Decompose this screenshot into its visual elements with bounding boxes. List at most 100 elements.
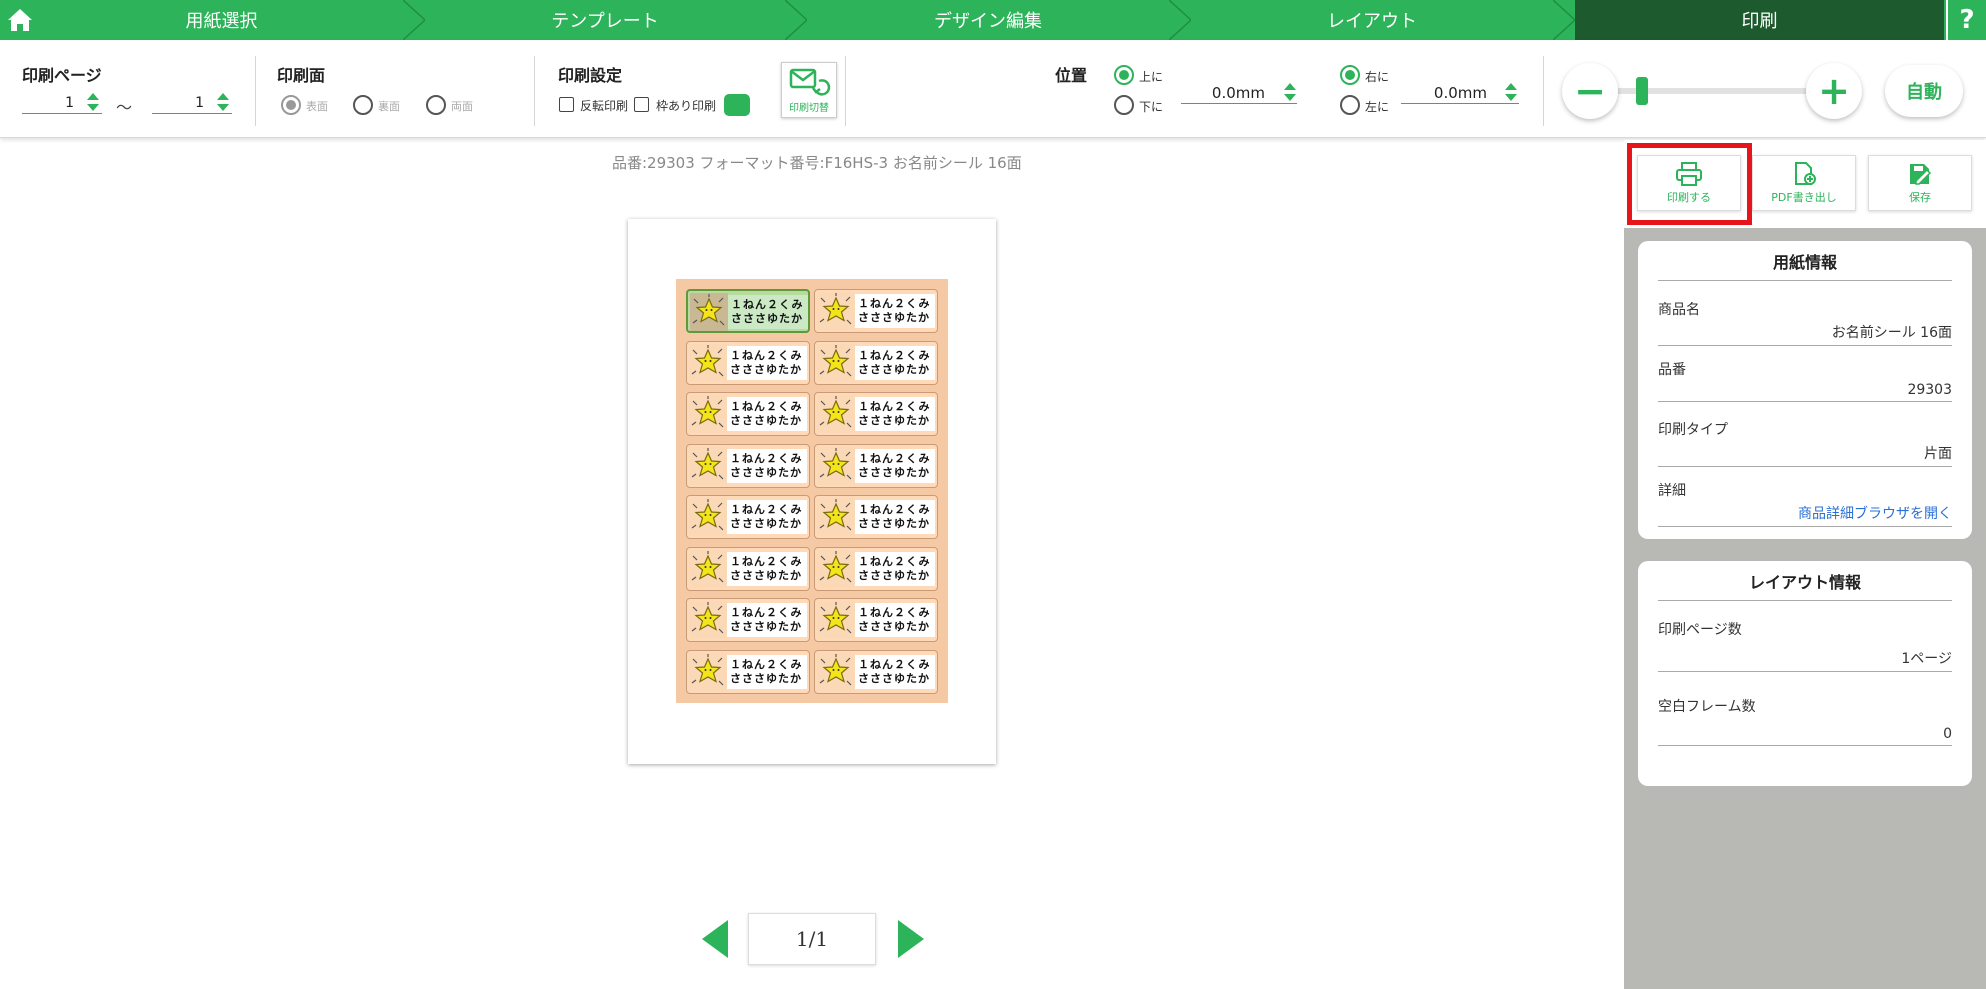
label-frame[interactable]: １ねん２くみ さささゆたか [686, 443, 810, 488]
step-layout[interactable]: レイアウト [1191, 0, 1575, 40]
divider [534, 56, 535, 126]
print-pages-count-value: 1ページ [1658, 648, 1952, 672]
print-toolbar: 印刷ページ 1 ～ 1 印刷面 表面 裏面 両面 印刷設定 反転印刷 枠あり印刷… [0, 40, 1986, 138]
label-frame[interactable]: １ねん２くみ さささゆたか [686, 289, 810, 333]
star-character-icon [817, 395, 855, 433]
horizontal-offset-input[interactable]: 0.0mm [1401, 82, 1519, 104]
label-sheet: １ねん２くみ さささゆたか １ねん２くみ さささゆたか １ねん２くみ さささゆたか １ねん２… [676, 279, 948, 703]
divider [255, 56, 256, 126]
vertical-offset-input[interactable]: 0.0mm [1181, 82, 1297, 104]
star-character-icon [689, 549, 727, 588]
page-from-spinner[interactable] [87, 92, 99, 114]
star-character-icon [817, 601, 855, 639]
label-frame[interactable]: １ねん２くみ さささゆたか [814, 392, 938, 436]
zoom-slider-thumb[interactable] [1636, 77, 1648, 105]
home-button[interactable] [0, 0, 40, 40]
side-back-label: 裏面 [378, 100, 400, 113]
label-line1: １ねん２くみ [730, 451, 803, 465]
position-up-radio[interactable] [1114, 65, 1134, 85]
zoom-slider-track[interactable] [1590, 88, 1830, 94]
step-arrow [785, 0, 807, 40]
label-text: １ねん２くみ さささゆたか [727, 500, 807, 534]
step-print[interactable]: 印刷 [1575, 0, 1944, 40]
label-text: １ねん２くみ さささゆたか [855, 345, 935, 380]
pdf-export-button[interactable]: PDF書き出し [1752, 155, 1856, 211]
label-frame[interactable]: １ねん２くみ さささゆたか [814, 649, 938, 694]
previous-page-button[interactable] [702, 920, 728, 958]
label-line1: １ねん２くみ [730, 606, 803, 619]
frame-color-toggle[interactable] [724, 94, 750, 116]
label-line1: １ねん２くみ [858, 606, 931, 619]
print-switch-button[interactable]: 印刷切替 [781, 62, 837, 118]
product-name-label: 商品名 [1658, 302, 1700, 318]
star-character-icon [817, 549, 855, 588]
star-character-icon [690, 293, 728, 331]
divider [845, 56, 846, 126]
label-frame[interactable]: １ねん２くみ さささゆたか [686, 649, 810, 694]
position-down-label: 下に [1139, 100, 1164, 114]
position-left-radio[interactable] [1340, 95, 1360, 115]
label-line2: さささゆたか [730, 362, 802, 376]
label-frame[interactable]: １ねん２くみ さささゆたか [814, 443, 938, 488]
label-frame[interactable]: １ねん２くみ さささゆたか [814, 546, 938, 591]
step-label: 印刷 [1741, 11, 1778, 32]
label-frame[interactable]: １ねん２くみ さささゆたか [814, 340, 938, 385]
print-type-label: 印刷タイプ [1658, 422, 1728, 438]
step-paper-select[interactable]: 用紙選択 [40, 0, 425, 40]
home-icon [8, 9, 32, 31]
star-character-icon [817, 292, 855, 330]
label-line2: さささゆたか [730, 465, 802, 479]
frame-print-label: 枠あり印刷 [656, 99, 717, 113]
print-button-highlight [1627, 143, 1752, 225]
product-no-label: 品番 [1658, 362, 1686, 378]
blank-frames-value: 0 [1658, 726, 1952, 746]
label-line2: さささゆたか [858, 568, 930, 582]
help-button[interactable]: ? [1946, 0, 1986, 40]
label-line1: １ねん２くみ [730, 400, 803, 413]
detail-label: 詳細 [1658, 483, 1686, 499]
zoom-in-button[interactable]: + [1806, 63, 1862, 119]
mirror-print-checkbox[interactable] [559, 97, 574, 112]
side-front-radio[interactable] [281, 95, 301, 115]
label-text: １ねん２くみ さささゆたか [855, 397, 935, 431]
pdf-export-icon [1795, 161, 1816, 185]
label-line2: さささゆたか [858, 465, 930, 479]
label-frame[interactable]: １ねん２くみ さささゆたか [686, 546, 810, 591]
label-frame[interactable]: １ねん２くみ さささゆたか [814, 495, 938, 539]
auto-fit-button[interactable]: 自動 [1885, 65, 1963, 117]
side-both-radio[interactable] [426, 95, 446, 115]
label-line1: １ねん２くみ [730, 503, 803, 516]
position-right-radio[interactable] [1340, 65, 1360, 85]
horizontal-offset-spinner[interactable] [1505, 82, 1517, 104]
label-frame[interactable]: １ねん２くみ さささゆたか [814, 598, 938, 642]
label-line2: さささゆたか [731, 312, 803, 325]
step-label: レイアウト [1327, 11, 1417, 32]
star-character-icon [689, 601, 727, 639]
step-design-edit[interactable]: デザイン編集 [807, 0, 1191, 40]
label-frame[interactable]: １ねん２くみ さささゆたか [686, 340, 810, 385]
step-arrow [1553, 0, 1575, 40]
label-line2: さささゆたか [858, 311, 930, 324]
label-line1: １ねん２くみ [730, 348, 803, 362]
position-right-label: 右に [1365, 70, 1390, 84]
position-down-radio[interactable] [1114, 95, 1134, 115]
star-character-icon [689, 395, 727, 433]
vertical-offset-spinner[interactable] [1284, 82, 1296, 104]
label-frame[interactable]: １ねん２くみ さささゆたか [686, 392, 810, 436]
label-frame[interactable]: １ねん２くみ さささゆたか [686, 495, 810, 539]
next-page-button[interactable] [898, 920, 924, 958]
label-line1: １ねん２くみ [858, 657, 931, 671]
frame-print-checkbox[interactable] [634, 97, 649, 112]
zoom-out-button[interactable]: − [1562, 63, 1618, 119]
step-template[interactable]: テンプレート [425, 0, 807, 40]
label-frame[interactable]: １ねん２くみ さささゆたか [686, 598, 810, 642]
label-text: １ねん２くみ さささゆたか [855, 551, 935, 586]
save-button[interactable]: 保存 [1868, 155, 1972, 211]
product-detail-link[interactable]: 商品詳細ブラウザを開く [1658, 503, 1952, 527]
divider [1543, 56, 1544, 126]
label-line2: さささゆたか [730, 671, 802, 685]
label-frame[interactable]: １ねん２くみ さささゆたか [814, 289, 938, 333]
label-line2: さささゆたか [858, 517, 930, 530]
page-to-spinner[interactable] [217, 92, 229, 114]
side-back-radio[interactable] [353, 95, 373, 115]
